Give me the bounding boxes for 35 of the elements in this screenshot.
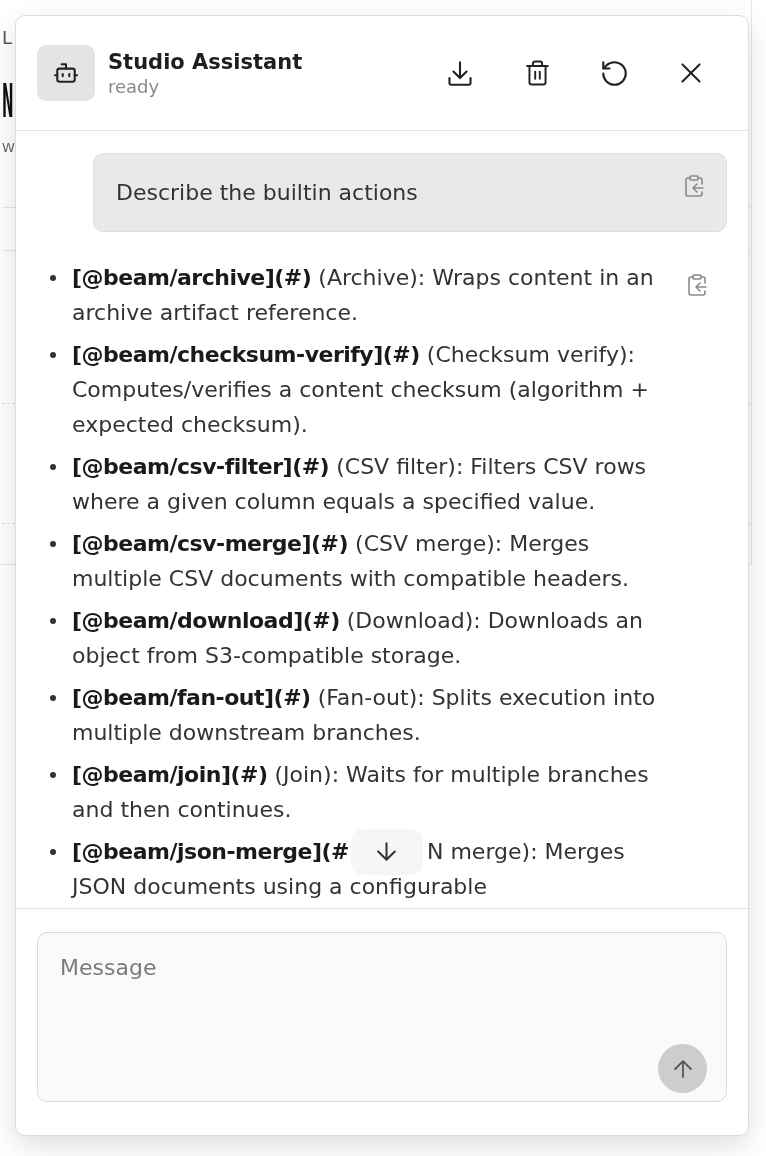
action-description: N merge): Merges [427, 838, 625, 866]
bullet-icon [50, 275, 56, 281]
page-label: L [2, 27, 13, 49]
action-description: [@beam/join](#) (Join): Waits for multiple branches and then continues. [72, 762, 649, 822]
bullet-icon [50, 772, 56, 778]
action-description: [@beam/download](#) (Download): Downloads an object from S3-compatible storage. [72, 608, 643, 668]
bullet-icon [50, 464, 56, 470]
action-description: [@beam/fan-out](#) (Fan-out): Splits execution into multiple downstream branches. [72, 685, 656, 745]
close-icon [681, 63, 701, 83]
assistant-status: ready [108, 74, 160, 98]
bullet-icon [50, 849, 56, 855]
bullet-icon [50, 352, 56, 358]
action-description: [@beam/archive](#) (Archive): Wraps content in an archive artifact reference. [72, 265, 654, 325]
clipboard-icon[interactable] [685, 175, 704, 197]
action-description: [@beam/checksum-verify](#) (Checksum verify): Computes/verifies a content checksum (algorithm + expected checksum). [72, 342, 649, 437]
scroll-down-button[interactable] [351, 828, 423, 875]
action-description: [@beam/csv-filter](#) (CSV filter): Filters CSV rows where a given column equals a specified value. [72, 454, 647, 514]
page-subtitle: W [2, 140, 15, 156]
rotate-ccw-icon [601, 60, 627, 86]
assistant-title: Studio Assistant [108, 48, 303, 75]
robot-icon [37, 45, 95, 101]
action-description: [@beam/csv-merge](#) (CSV merge): Merges multiple CSV documents with compatible headers. [72, 531, 630, 591]
action-description: JSON documents using a configurable [72, 873, 487, 901]
arrow-up-icon [673, 1059, 692, 1078]
bullet-icon [50, 695, 56, 701]
page-heading: N [2, 76, 14, 126]
clipboard-icon[interactable] [688, 274, 707, 296]
action-description: [@beam/json-merge](# [72, 838, 349, 866]
message-field[interactable]: Message [37, 932, 727, 1102]
trash-icon [525, 60, 549, 86]
bullet-icon [50, 618, 56, 624]
message-text: Describe the builtin actions [116, 178, 418, 207]
bullet-icon [50, 541, 56, 547]
arrow-down-icon [377, 842, 397, 861]
download-icon [448, 60, 472, 86]
